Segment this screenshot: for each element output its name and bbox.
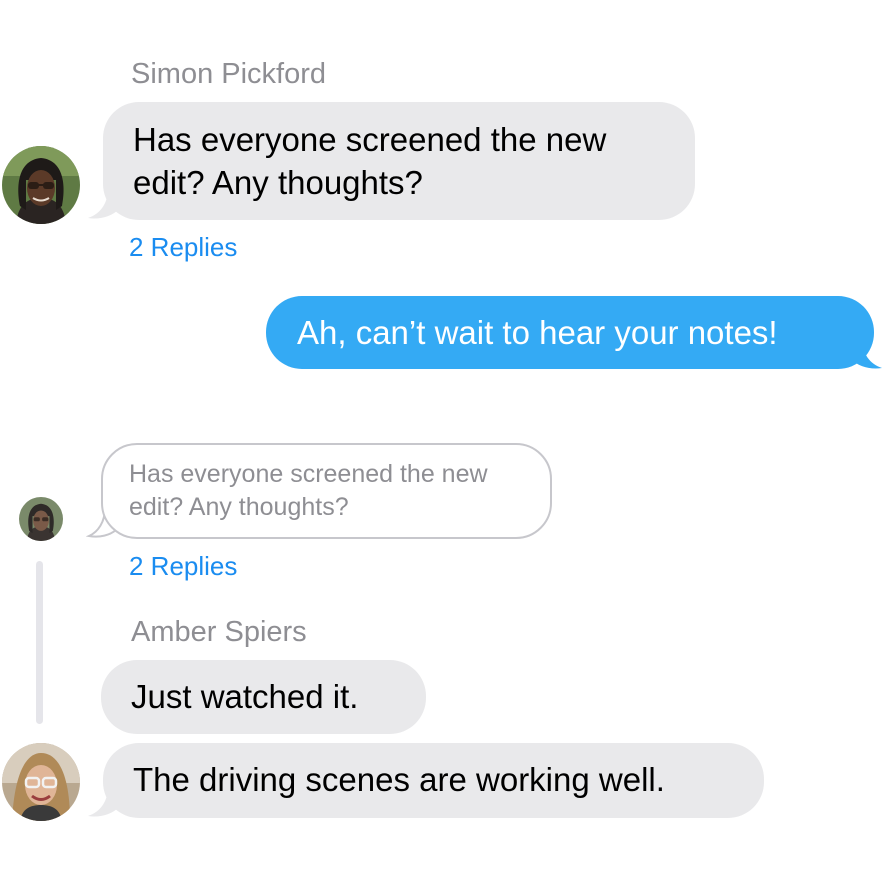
message-bubble-simon[interactable]: Has everyone screened the new edit? Any … bbox=[103, 102, 695, 220]
quoted-line: Has everyone screened the new bbox=[129, 460, 488, 488]
quoted-line: edit? Any thoughts? bbox=[129, 493, 349, 521]
message-text: Just watched it. bbox=[131, 678, 359, 715]
message-text: The driving scenes are working well. bbox=[133, 761, 665, 798]
sender-name-simon: Simon Pickford bbox=[131, 58, 327, 90]
message-bubble-amber-1[interactable]: Just watched it. bbox=[101, 660, 426, 734]
avatar-simon-pickford[interactable] bbox=[2, 146, 80, 224]
thread-line bbox=[36, 561, 43, 724]
sender-name-amber: Amber Spiers bbox=[131, 616, 307, 648]
message-line: edit? Any thoughts? bbox=[133, 164, 423, 201]
outgoing-message-text: Ah, can’t wait to hear your notes! bbox=[297, 314, 778, 351]
avatar-amber-spiers[interactable] bbox=[2, 743, 80, 821]
message-line: Has everyone screened the new bbox=[133, 121, 607, 158]
quoted-message-bubble[interactable]: Has everyone screened the new edit? Any … bbox=[101, 443, 552, 539]
outgoing-message-bubble[interactable]: Ah, can’t wait to hear your notes! bbox=[266, 296, 874, 369]
replies-link-quoted[interactable]: 2 Replies bbox=[129, 550, 237, 582]
message-bubble-amber-2[interactable]: The driving scenes are working well. bbox=[103, 743, 764, 818]
avatar-simon-pickford[interactable] bbox=[19, 497, 63, 541]
replies-link[interactable]: 2 Replies bbox=[129, 231, 237, 263]
